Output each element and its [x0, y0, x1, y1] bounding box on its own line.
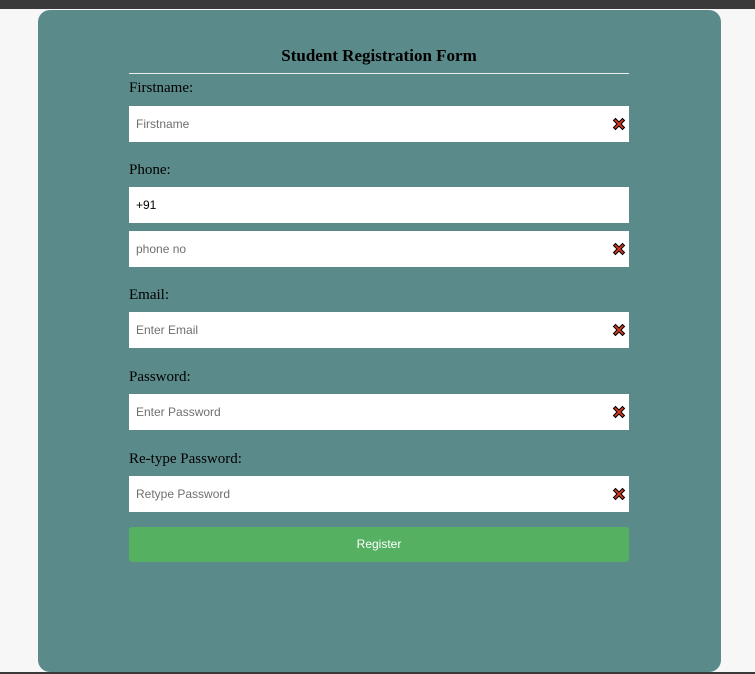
retype-password-label: Re-type Password: — [129, 451, 242, 467]
password-label: Password: — [129, 369, 191, 385]
email-field — [129, 312, 629, 348]
close-icon — [612, 117, 626, 131]
phone-field — [129, 231, 629, 267]
title-divider — [129, 73, 629, 74]
phone-input[interactable] — [129, 231, 596, 267]
country-code-input[interactable] — [129, 187, 596, 223]
phone-label: Phone: — [129, 162, 171, 178]
registration-card: Student Registration Form Firstname: Pho… — [38, 10, 721, 672]
retype-password-input[interactable] — [129, 476, 596, 512]
country-code-field — [129, 187, 629, 223]
password-input[interactable] — [129, 394, 596, 430]
close-icon — [612, 323, 626, 337]
window-top-bar — [0, 0, 755, 9]
email-label: Email: — [129, 287, 169, 303]
firstname-field — [129, 106, 629, 142]
retype-password-field — [129, 476, 629, 512]
password-field — [129, 394, 629, 430]
close-icon — [612, 487, 626, 501]
firstname-input[interactable] — [129, 106, 596, 142]
close-icon — [612, 242, 626, 256]
close-icon — [612, 405, 626, 419]
form-title: Student Registration Form — [281, 46, 477, 65]
firstname-label: Firstname: — [129, 80, 194, 96]
register-button[interactable]: Register — [129, 527, 629, 562]
email-input[interactable] — [129, 312, 596, 348]
